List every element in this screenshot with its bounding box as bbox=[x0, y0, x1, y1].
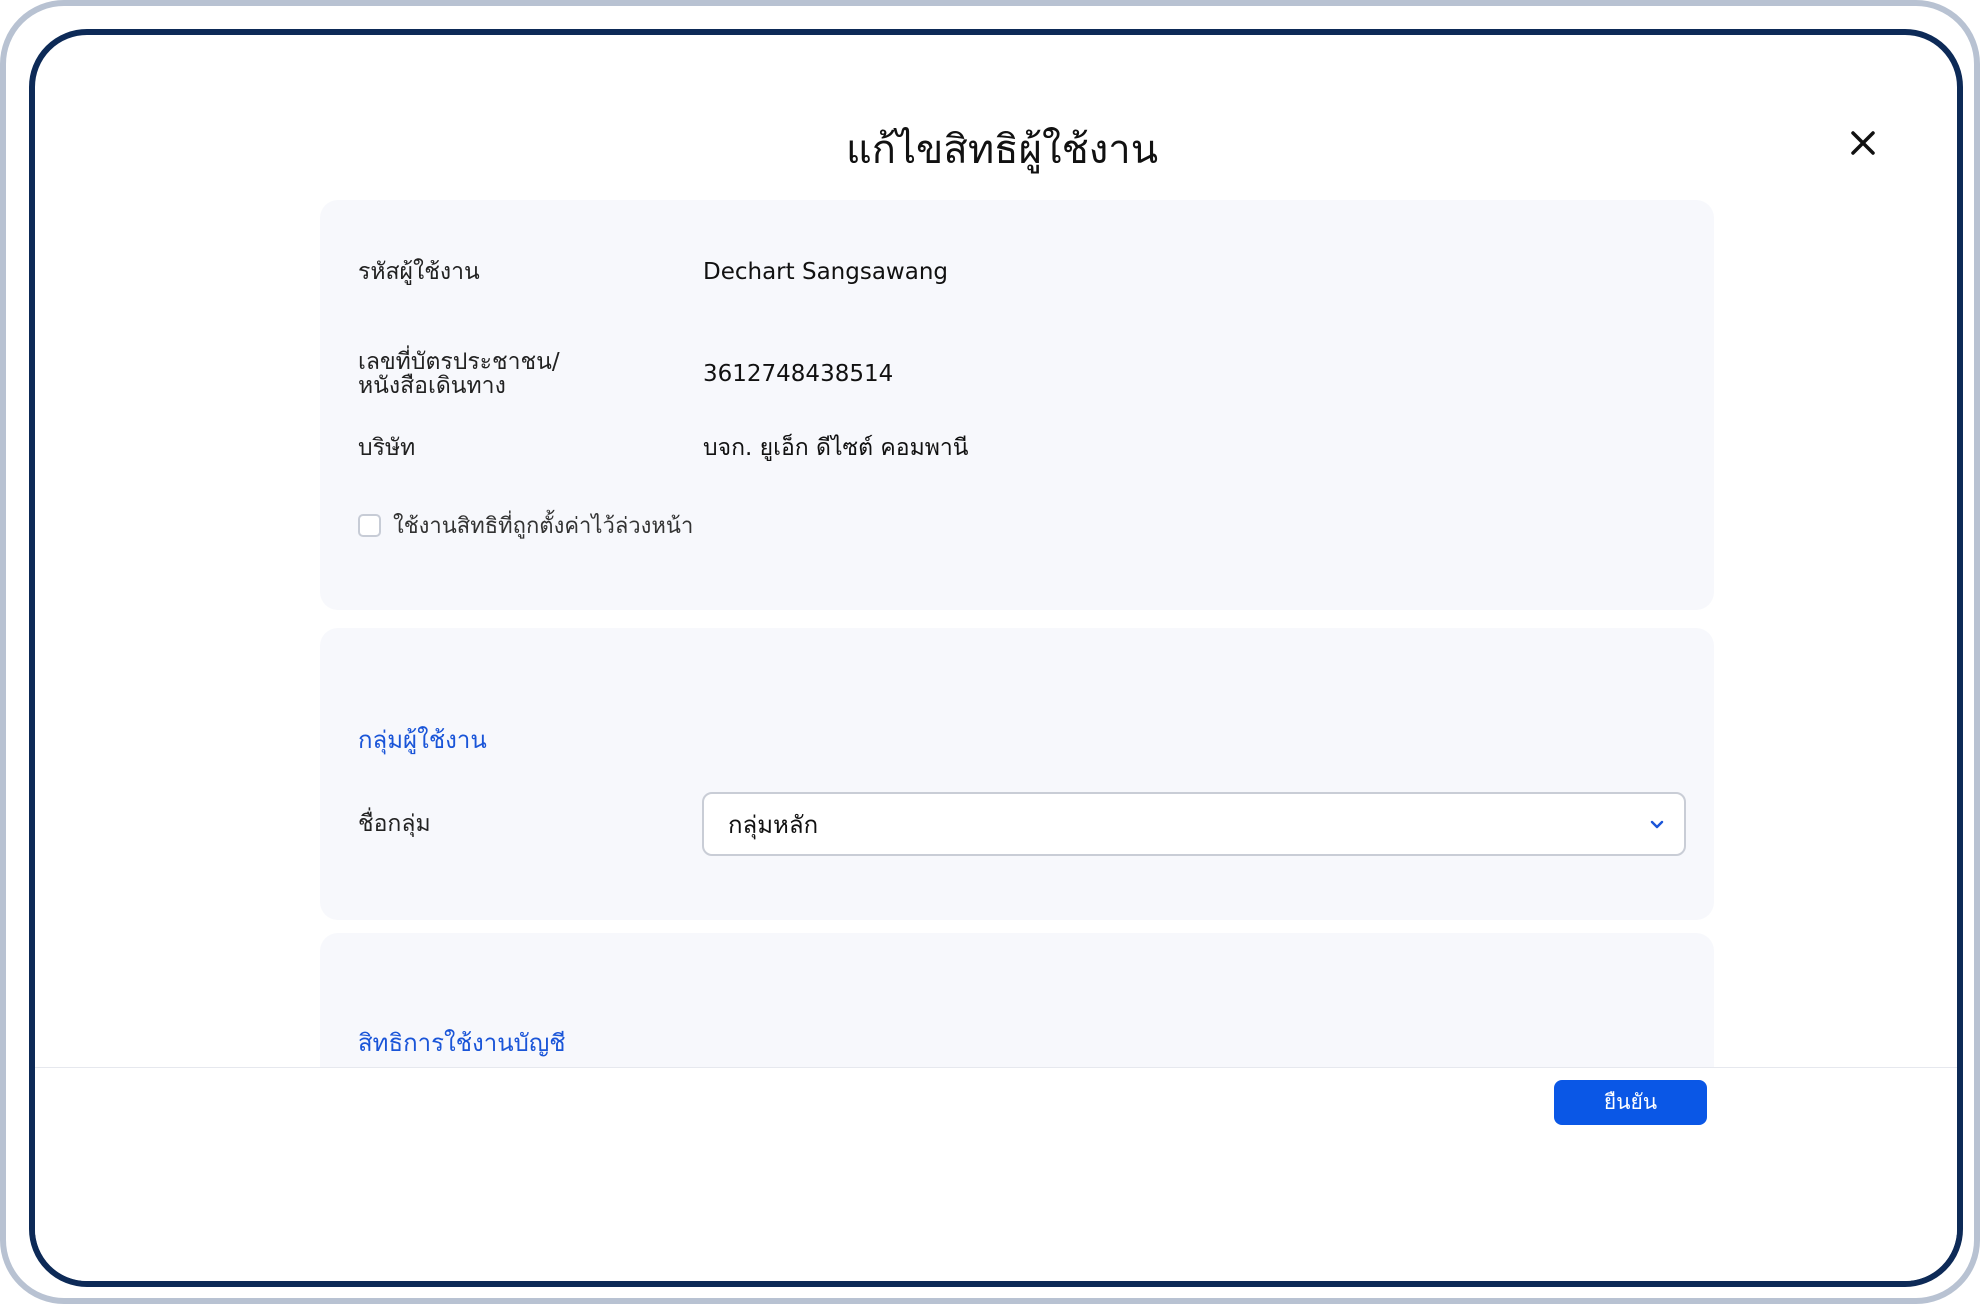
modal-footer: ยืนยัน bbox=[35, 1067, 1957, 1281]
device-frame-outer: แก้ไขสิทธิผู้ใช้งาน รหัสผู้ใช้งาน Dechar… bbox=[0, 0, 1980, 1304]
user-id-value: Dechart Sangsawang bbox=[703, 259, 948, 285]
chevron-down-icon bbox=[1648, 816, 1666, 834]
id-card-label-line2: หนังสือเดินทาง bbox=[358, 373, 506, 399]
company-value: บจก. ยูเอ็ก ดีไซต์ คอมพานี bbox=[703, 435, 969, 461]
group-name-selected-value: กลุ่มหลัก bbox=[728, 810, 819, 839]
close-button[interactable] bbox=[1843, 123, 1883, 163]
close-icon bbox=[1851, 131, 1875, 155]
id-card-value: 3612748438514 bbox=[703, 361, 894, 387]
modal-window: แก้ไขสิทธิผู้ใช้งาน รหัสผู้ใช้งาน Dechar… bbox=[29, 29, 1963, 1287]
user-group-section-title: กลุ่มผู้ใช้งาน bbox=[358, 726, 487, 754]
id-card-label-line1: เลขที่บัตรประชาชน/ bbox=[358, 349, 560, 375]
group-name-select[interactable]: กลุ่มหลัก bbox=[702, 792, 1686, 856]
group-name-label: ชื่อกลุ่ม bbox=[358, 811, 431, 837]
user-id-label: รหัสผู้ใช้งาน bbox=[358, 259, 480, 285]
modal-title: แก้ไขสิทธิผู้ใช้งาน bbox=[845, 127, 1159, 173]
user-info-card: รหัสผู้ใช้งาน Dechart Sangsawang เลขที่บ… bbox=[320, 200, 1714, 610]
company-label: บริษัท bbox=[358, 435, 416, 461]
preset-permission-label: ใช้งานสิทธิที่ถูกตั้งค่าไว้ล่วงหน้า bbox=[393, 514, 694, 539]
checkbox-box[interactable] bbox=[358, 514, 381, 537]
account-permissions-section-title: สิทธิการใช้งานบัญชี bbox=[358, 1029, 566, 1057]
preset-permission-checkbox[interactable]: ใช้งานสิทธิที่ถูกตั้งค่าไว้ล่วงหน้า bbox=[358, 508, 693, 543]
id-card-label: เลขที่บัตรประชาชน/ หนังสือเดินทาง bbox=[358, 350, 560, 398]
user-group-card: กลุ่มผู้ใช้งาน ชื่อกลุ่ม กลุ่มหลัก bbox=[320, 628, 1714, 920]
confirm-button[interactable]: ยืนยัน bbox=[1554, 1080, 1707, 1125]
